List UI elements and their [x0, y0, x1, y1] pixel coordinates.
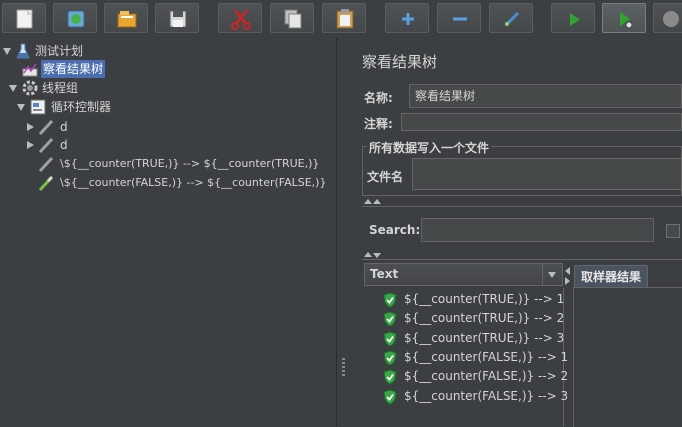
divider-grip-icon[interactable] [342, 358, 345, 376]
copy-icon [284, 9, 302, 29]
case-sensitive-checkbox[interactable] [666, 224, 680, 238]
expand-icon [402, 13, 414, 25]
tree-node-sampler-d-1[interactable]: d [0, 118, 300, 136]
tree-node-view-results-tree[interactable]: 察看结果树 [0, 60, 300, 78]
cut-icon [231, 9, 251, 30]
cut-button[interactable] [218, 3, 262, 33]
collapse-up-icon[interactable] [364, 199, 372, 204]
gear-icon [22, 80, 38, 96]
collapse-right-icon[interactable] [565, 277, 570, 285]
toolbar [0, 0, 682, 38]
save-button[interactable] [155, 3, 199, 33]
collapse-button[interactable] [437, 3, 481, 33]
separator [362, 206, 682, 207]
start-no-pauses-icon [620, 12, 633, 29]
results-list: ${__counter(TRUE,)} --> 1 ${__counter(TR… [364, 288, 568, 426]
name-label: 名称: [364, 91, 393, 105]
tree-node-sampler-true[interactable]: \${__counter(TRUE,)} --> ${__counter(TRU… [0, 155, 330, 173]
new-button[interactable] [2, 3, 46, 33]
chevron-down-icon[interactable] [542, 264, 562, 285]
success-shield-icon [383, 388, 397, 405]
tab-sampler-result[interactable]: 取样器结果 [574, 265, 649, 288]
filename-label: 文件名 [367, 170, 404, 184]
collapse-arrow-icon[interactable] [27, 123, 34, 131]
start-icon [570, 13, 580, 26]
expand-arrow-icon[interactable] [3, 48, 11, 55]
tree-node-loop-controller[interactable]: 循环控制器 [0, 98, 300, 116]
copy-button[interactable] [270, 3, 314, 33]
tree-node-sampler-d-2[interactable]: d [0, 136, 300, 154]
paste-icon [336, 9, 354, 29]
toggle-icon [504, 11, 520, 27]
collapse-icon [453, 17, 467, 21]
test-plan-tree: 测试计划 察看结果树 线程组 循环控制器 d d \${__counter(TR… [0, 38, 336, 426]
tree-label-loop-controller: 循环控制器 [51, 100, 112, 114]
search-input[interactable] [421, 218, 654, 242]
tree-node-thread-group[interactable]: 线程组 [0, 79, 300, 97]
tree-label-view-results-tree: 察看结果树 [41, 60, 106, 78]
view-results-tree-panel: 察看结果树 名称: 察看结果树 注释: 所有数据写入一个文件 文件名 Searc… [351, 38, 682, 427]
new-icon [16, 9, 33, 29]
sampler-pen-icon [38, 119, 54, 135]
result-item-label: ${__counter(FALSE,)} --> 2 [404, 369, 569, 384]
name-field[interactable]: 察看结果树 [409, 84, 682, 108]
renderer-select-value: Text [370, 267, 399, 281]
stop-button[interactable] [653, 3, 682, 33]
success-shield-icon [383, 292, 397, 308]
sampler-pen-icon [38, 137, 54, 153]
filename-field[interactable] [412, 158, 682, 190]
result-item-label: ${__counter(TRUE,)} --> 2 [404, 311, 565, 326]
comment-field[interactable] [401, 113, 682, 131]
collapse-left-icon[interactable] [565, 267, 570, 275]
tree-label-sampler-true: \${__counter(TRUE,)} --> ${__counter(TRU… [60, 157, 320, 170]
start-button[interactable] [551, 3, 595, 33]
result-item-label: ${__counter(FALSE,)} --> 1 [404, 349, 569, 364]
renderer-select[interactable]: Text [364, 263, 563, 286]
success-shield-icon [383, 350, 397, 366]
separator [362, 259, 682, 260]
tree-label-sampler-d-2: d [60, 138, 68, 152]
expand-arrow-icon[interactable] [9, 85, 17, 92]
templates-icon [67, 10, 85, 28]
collapse-up-icon[interactable] [373, 199, 381, 204]
result-item-label: ${__counter(TRUE,)} --> 3 [404, 330, 565, 345]
stop-icon [663, 11, 679, 27]
start-no-pauses-button[interactable] [602, 3, 646, 33]
result-item-label: ${__counter(TRUE,)} --> 1 [404, 292, 565, 306]
tree-node-sampler-false[interactable]: \${__counter(FALSE,)} --> ${__counter(FA… [0, 174, 330, 192]
paste-button[interactable] [322, 3, 366, 33]
panel-title: 察看结果树 [362, 53, 438, 71]
save-icon [169, 10, 187, 28]
success-shield-icon [383, 311, 397, 327]
collapse-up-icon[interactable] [364, 252, 372, 257]
success-shield-icon [383, 331, 397, 347]
write-to-file-title: 所有数据写入一个文件 [367, 139, 492, 156]
tree-node-test-plan[interactable]: 测试计划 [0, 42, 300, 60]
sampler-pen-active-icon [38, 175, 54, 191]
sampler-pen-icon [38, 156, 54, 172]
expand-down-icon[interactable] [373, 253, 381, 258]
tree-label-sampler-false: \${__counter(FALSE,)} --> ${__counter(FA… [60, 176, 327, 189]
collapse-arrow-icon[interactable] [27, 141, 34, 149]
result-item-label: ${__counter(FALSE,)} --> 3 [404, 388, 569, 403]
listener-icon [22, 63, 38, 77]
tree-label-test-plan: 测试计划 [35, 44, 84, 58]
split-pane-divider[interactable] [336, 38, 351, 426]
expand-arrow-icon[interactable] [17, 104, 25, 111]
tree-label-thread-group: 线程组 [42, 81, 79, 95]
open-button[interactable] [104, 3, 148, 33]
toggle-button[interactable] [489, 3, 533, 33]
tree-label-sampler-d-1: d [60, 120, 68, 134]
comment-label: 注释: [364, 117, 393, 131]
success-shield-icon [383, 369, 397, 385]
loop-controller-icon [30, 99, 46, 115]
search-label: Search: [369, 223, 421, 237]
expand-button[interactable] [385, 3, 429, 33]
sampler-result-panel [573, 287, 682, 427]
flask-icon [16, 43, 30, 59]
templates-button[interactable] [53, 3, 97, 33]
open-icon [117, 11, 137, 28]
